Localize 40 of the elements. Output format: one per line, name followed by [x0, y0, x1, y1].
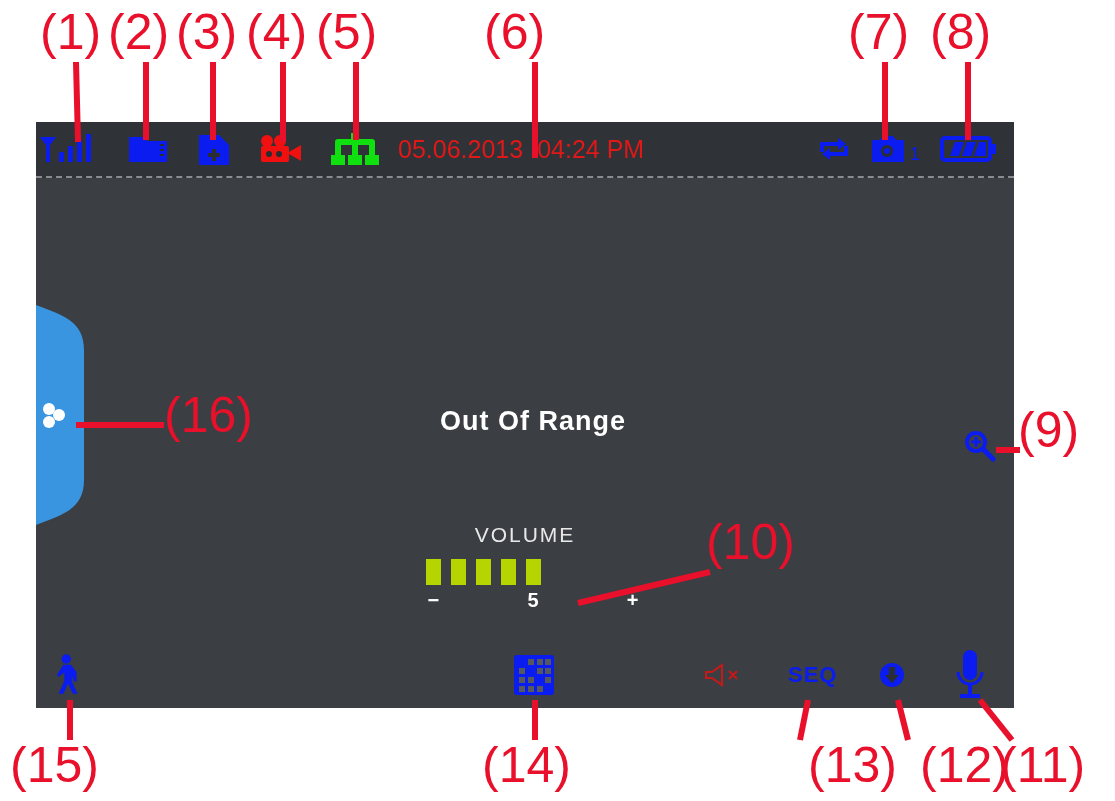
callout-number: (13) — [808, 736, 897, 795]
callout-number: (9) — [1018, 401, 1080, 460]
date-text: 05.06.2013 — [398, 134, 524, 164]
network-icon — [329, 133, 381, 165]
callout-number: (6) — [484, 3, 546, 62]
battery-icon — [940, 136, 998, 162]
callout-number: (5) — [316, 3, 378, 62]
callout-number: (3) — [176, 3, 238, 62]
callout-number: (4) — [246, 3, 308, 62]
leader-line — [977, 698, 1015, 742]
leader-line — [895, 699, 911, 741]
volume-label: VOLUME — [473, 523, 577, 547]
callout-number: (15) — [10, 736, 99, 795]
status-message: Out Of Range — [440, 406, 626, 437]
callout-number: (16) — [164, 386, 253, 445]
volume-reading: 5 — [527, 589, 539, 612]
callout-number: (1) — [40, 3, 102, 62]
volume-up-button[interactable]: + — [626, 589, 639, 612]
callout-number: (14) — [482, 736, 571, 795]
download-icon[interactable] — [879, 662, 906, 688]
leader-line — [532, 700, 538, 740]
callout-number: (2) — [108, 3, 170, 62]
camera-icon — [870, 134, 906, 164]
time-text: 04:24 PM — [537, 134, 645, 164]
callout-number: (8) — [930, 3, 992, 62]
camera-number: 1 — [910, 143, 920, 165]
leader-line — [996, 447, 1020, 453]
callout-number: (10) — [706, 513, 795, 572]
file-icon — [197, 133, 231, 165]
zoom-in-icon[interactable] — [964, 430, 996, 462]
folder-icon — [127, 134, 169, 164]
leader-line — [797, 699, 811, 741]
video-camera-icon — [259, 134, 303, 164]
grid-layout-icon[interactable] — [514, 655, 554, 695]
volume-down-button[interactable]: − — [427, 589, 440, 612]
leader-line — [67, 700, 73, 740]
microphone-icon[interactable] — [955, 650, 986, 700]
repeat-icon — [818, 136, 850, 162]
side-menu-tab[interactable] — [36, 305, 86, 525]
callout-number: (7) — [848, 3, 910, 62]
